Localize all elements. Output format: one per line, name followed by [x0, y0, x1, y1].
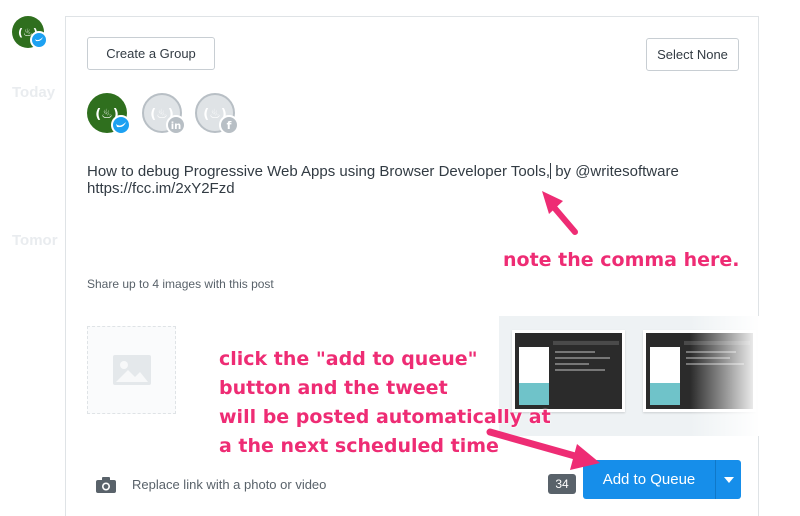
arrow-to-comma	[542, 191, 578, 235]
annotation-queue-line: a the next scheduled time	[219, 435, 499, 457]
annotation-queue-note: click the "add to queue" button and the …	[219, 345, 551, 461]
annotation-queue-line: click the "add to queue"	[219, 348, 478, 370]
annotation-comma-note: note the comma here.	[503, 249, 740, 271]
annotation-queue-line: button and the tweet	[219, 377, 448, 399]
annotation-queue-line: will be posted automatically at	[219, 406, 551, 428]
